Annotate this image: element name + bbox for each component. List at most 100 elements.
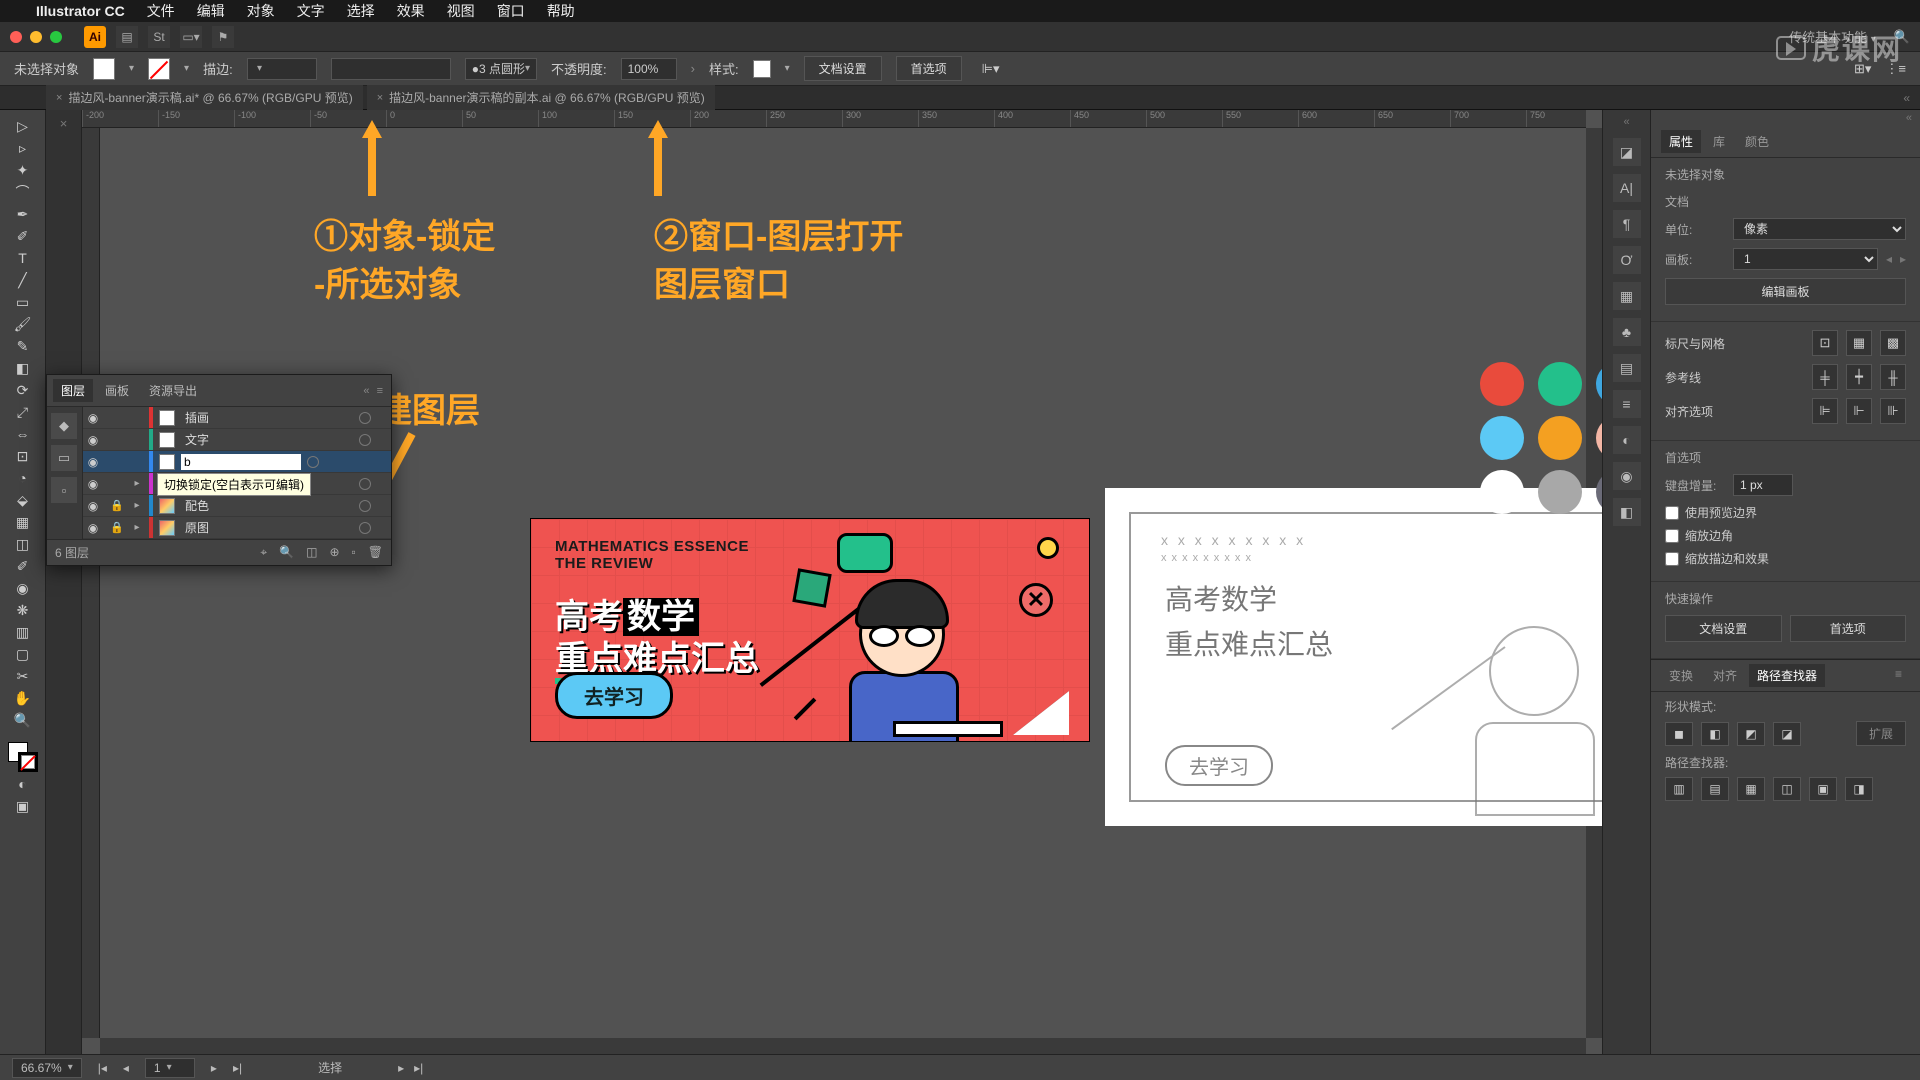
artboard-tool-icon[interactable]: ▢ <box>13 644 33 664</box>
layer-row[interactable]: ◉插画 <box>83 407 391 429</box>
selection-tool-icon[interactable]: ▷ <box>13 116 33 136</box>
menu-effect[interactable]: 效果 <box>397 1 425 21</box>
dock-panel-icon[interactable]: ¶ <box>1613 210 1641 238</box>
close-dock-icon[interactable]: × <box>50 116 78 130</box>
artboard-select[interactable]: 1 <box>1733 248 1878 270</box>
delete-layer-icon[interactable]: 🗑 <box>368 545 383 560</box>
bridge-icon[interactable]: ▤ <box>116 26 138 48</box>
stroke-swatch[interactable] <box>148 58 170 80</box>
panel-settings-icon[interactable]: ⋮≡ <box>1885 61 1906 77</box>
magic-wand-tool-icon[interactable]: ✦ <box>13 160 33 180</box>
visibility-toggle-icon[interactable]: ◉ <box>83 433 103 447</box>
arrange-icon[interactable]: ▭▾ <box>180 26 202 48</box>
unite-icon[interactable]: ◼ <box>1665 722 1693 746</box>
edit-artboard-button[interactable]: 编辑画板 <box>1665 278 1906 305</box>
scale-corners-checkbox[interactable] <box>1665 529 1679 543</box>
close-icon[interactable]: × <box>377 92 383 104</box>
grid-icon[interactable]: ▦ <box>1846 330 1872 356</box>
snap-point-icon[interactable]: ⊩ <box>1846 398 1872 424</box>
target-icon[interactable] <box>359 412 371 424</box>
guides-lock-icon[interactable]: ┿ <box>1846 364 1872 390</box>
nav-first-icon[interactable]: |◂ <box>98 1061 107 1075</box>
status-menu-icon[interactable]: ▸ ▸| <box>398 1061 423 1075</box>
stroke-color-icon[interactable] <box>18 752 38 772</box>
dock-panel-icon[interactable]: ♣ <box>1613 318 1641 346</box>
close-icon[interactable]: × <box>56 92 62 104</box>
menu-view[interactable]: 视图 <box>447 1 475 21</box>
preferences-button[interactable]: 首选项 <box>896 56 962 81</box>
visibility-toggle-icon[interactable]: ◉ <box>83 499 103 513</box>
intersect-icon[interactable]: ◩ <box>1737 722 1765 746</box>
dock-panel-icon[interactable]: ◪ <box>1613 138 1641 166</box>
stock-icon[interactable]: St <box>148 26 170 48</box>
blend-tool-icon[interactable]: ◉ <box>13 578 33 598</box>
rectangle-tool-icon[interactable]: ▭ <box>13 292 33 312</box>
find-object-icon[interactable]: 🔍 <box>279 545 294 560</box>
width-tool-icon[interactable]: ⇔ <box>13 424 33 444</box>
trim-icon[interactable]: ▤ <box>1701 777 1729 801</box>
dock-panel-icon[interactable]: ◐ <box>1613 426 1641 454</box>
keyboard-increment-field[interactable] <box>1733 474 1793 496</box>
type-tool-icon[interactable]: T <box>13 248 33 268</box>
transparency-grid-icon[interactable]: ▩ <box>1880 330 1906 356</box>
minus-front-icon[interactable]: ◧ <box>1701 722 1729 746</box>
target-icon[interactable] <box>359 434 371 446</box>
stroke-profile-field[interactable]: ● 3 点圆形 ▾ <box>465 58 537 80</box>
screen-mode-icon[interactable]: ▣ <box>13 796 33 816</box>
nav-last-icon[interactable]: ▸| <box>233 1061 242 1075</box>
pen-tool-icon[interactable]: ✒ <box>13 204 33 224</box>
visibility-toggle-icon[interactable]: ◉ <box>83 521 103 535</box>
layer-sub2-icon[interactable]: ▫ <box>51 477 77 503</box>
tab-libraries[interactable]: 库 <box>1705 130 1733 153</box>
zoom-tool-icon[interactable]: 🔍 <box>13 710 33 730</box>
free-transform-tool-icon[interactable]: ⊡ <box>13 446 33 466</box>
menu-file[interactable]: 文件 <box>147 1 175 21</box>
exclude-icon[interactable]: ◪ <box>1773 722 1801 746</box>
graphic-style-swatch[interactable] <box>753 60 771 78</box>
menu-edit[interactable]: 编辑 <box>197 1 225 21</box>
fill-stroke-indicator[interactable] <box>8 742 38 772</box>
layers-tab[interactable]: 图层 <box>53 379 93 402</box>
workspace-switcher[interactable]: 传统基本功能 ▾ <box>1789 27 1876 46</box>
merge-icon[interactable]: ▦ <box>1737 777 1765 801</box>
tab-transform[interactable]: 变换 <box>1661 664 1701 687</box>
outline-icon[interactable]: ▣ <box>1809 777 1837 801</box>
expand-button[interactable]: 扩展 <box>1856 721 1906 746</box>
layer-row[interactable]: ◉文字 <box>83 429 391 451</box>
gradient-tool-icon[interactable]: ◫ <box>13 534 33 554</box>
panel-collapse-icon[interactable]: « <box>1651 110 1920 126</box>
slice-tool-icon[interactable]: ✂ <box>13 666 33 686</box>
lasso-tool-icon[interactable]: ⌒ <box>13 182 33 202</box>
next-artboard-icon[interactable]: ▸ <box>1900 252 1906 266</box>
ruler-icon[interactable]: ⊡ <box>1812 330 1838 356</box>
crop-icon[interactable]: ◫ <box>1773 777 1801 801</box>
shaper-tool-icon[interactable]: ✎ <box>13 336 33 356</box>
artboard-banner[interactable]: MATHEMATICS ESSENCETHE REVIEW 高考数学 重点难点汇… <box>530 518 1090 742</box>
paintbrush-tool-icon[interactable]: 🖌 <box>13 314 33 334</box>
dock-panel-icon[interactable]: Ơ <box>1613 246 1641 274</box>
panel-menu-icon[interactable]: ≡ <box>1887 664 1910 687</box>
snap-grid-icon[interactable]: ⊪ <box>1880 398 1906 424</box>
minimize-window-icon[interactable] <box>30 31 42 43</box>
quick-prefs-button[interactable]: 首选项 <box>1790 615 1907 642</box>
layers-icon[interactable]: ◆ <box>51 413 77 439</box>
visibility-toggle-icon[interactable]: ◉ <box>83 411 103 425</box>
symbol-sprayer-tool-icon[interactable]: ❋ <box>13 600 33 620</box>
target-icon[interactable] <box>359 478 371 490</box>
chevron-down-icon[interactable]: ▾ <box>184 63 189 74</box>
quick-doc-setup-button[interactable]: 文档设置 <box>1665 615 1782 642</box>
lock-toggle-icon[interactable]: 🔒 <box>109 499 125 512</box>
tab-pathfinder[interactable]: 路径查找器 <box>1749 664 1825 687</box>
snap-pixel-icon[interactable]: ⊫ <box>1812 398 1838 424</box>
eyedropper-tool-icon[interactable]: ✐ <box>13 556 33 576</box>
guides-show-icon[interactable]: ╪ <box>1812 364 1838 390</box>
artboard-nav[interactable]: 1 ▾ <box>145 1058 195 1078</box>
direct-selection-tool-icon[interactable]: ▹ <box>13 138 33 158</box>
opacity-field[interactable]: 100% <box>621 58 677 80</box>
tab-color[interactable]: 颜色 <box>1737 130 1777 153</box>
menu-object[interactable]: 对象 <box>247 1 275 21</box>
dock-collapse-icon[interactable]: « <box>1623 116 1629 130</box>
scale-tool-icon[interactable]: ⤢ <box>13 402 33 422</box>
document-setup-button[interactable]: 文档设置 <box>804 56 882 81</box>
maximize-window-icon[interactable] <box>50 31 62 43</box>
